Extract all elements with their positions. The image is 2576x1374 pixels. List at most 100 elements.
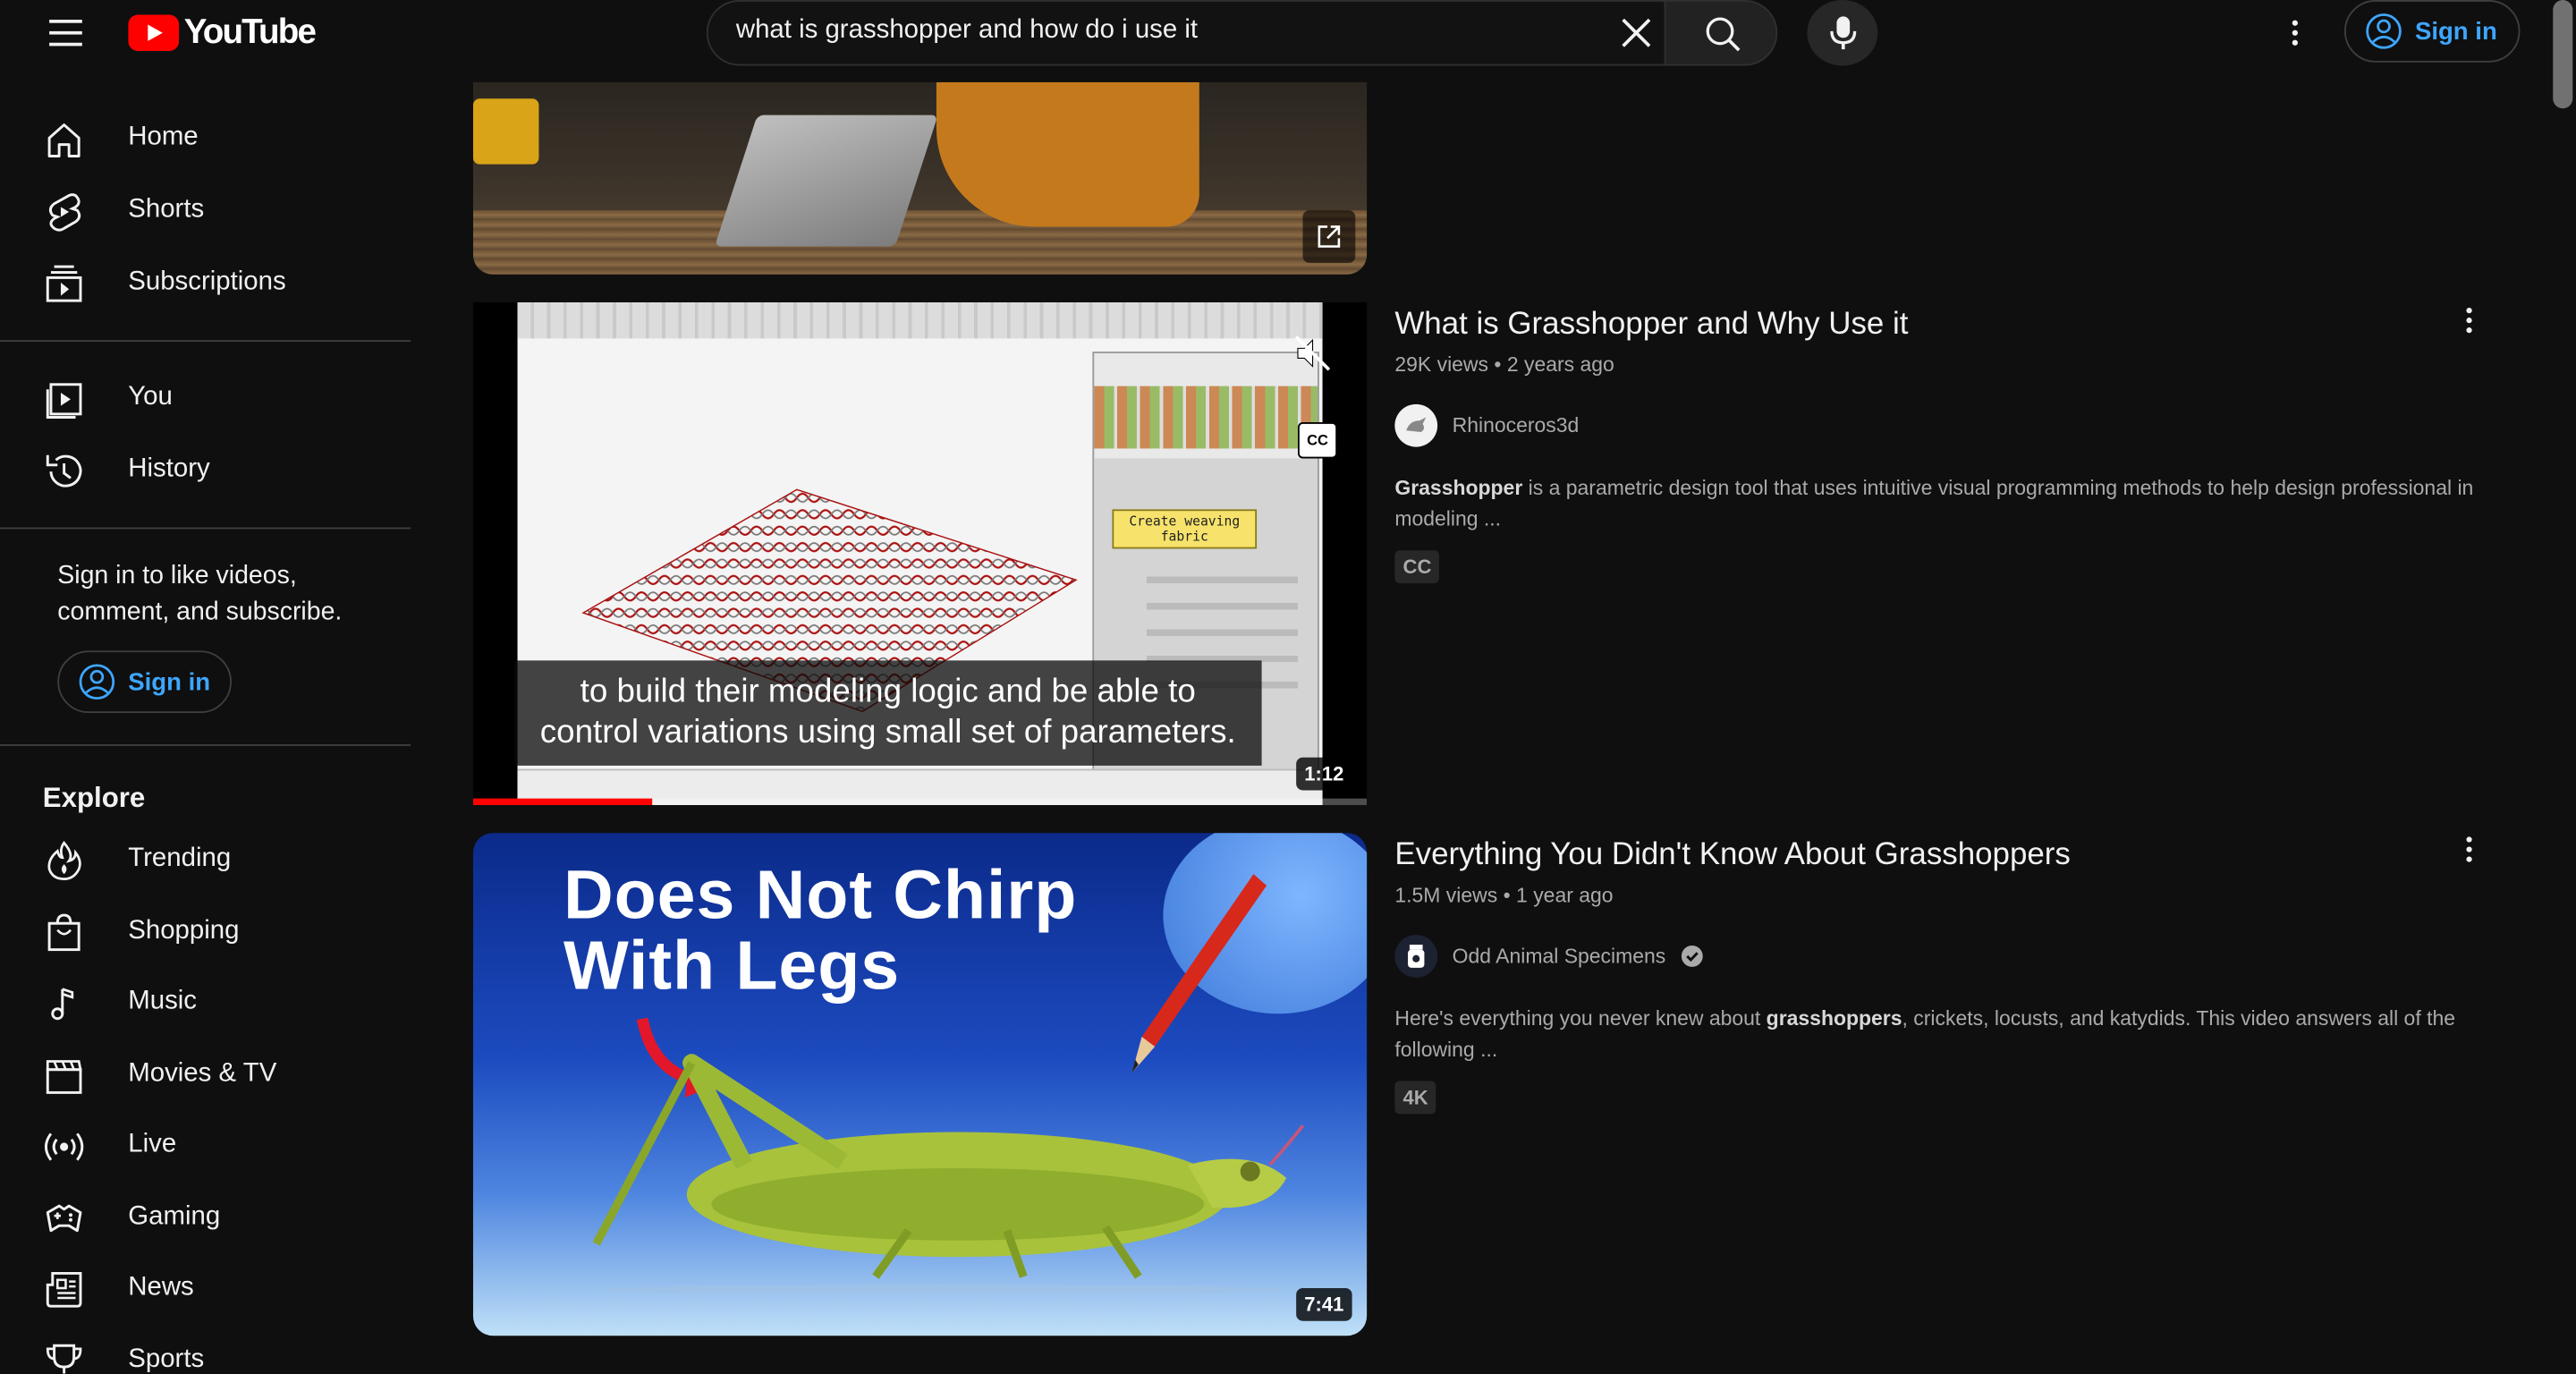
thumbnail-table [472, 210, 1368, 275]
sidebar-item-label: You [128, 382, 173, 411]
view-count: 29K views [1394, 352, 1489, 377]
sidebar-item-label: Gaming [128, 1202, 221, 1231]
meta-separator: • [1494, 352, 1507, 377]
duration-badge: 1:12 [1296, 757, 1352, 791]
you-icon [46, 383, 82, 419]
sidebar-item-music[interactable]: Music [0, 970, 411, 1035]
4k-badge: 4K [1394, 1081, 1436, 1115]
trending-icon [47, 841, 81, 881]
sidebar-item-label: Shorts [128, 195, 205, 224]
video-thumbnail[interactable]: Does Not Chirp With Legs 7:41 [472, 833, 1368, 1336]
search-input[interactable]: what is grasshopper and how do i use it [736, 16, 1198, 46]
sidebar-item-label: News [128, 1273, 194, 1302]
more-vertical-icon [2466, 308, 2472, 334]
shopping-icon [47, 913, 80, 952]
video-thumbnail[interactable] [472, 81, 1368, 275]
mute-button[interactable] [1292, 332, 1335, 375]
sidebar-item-label: Music [128, 987, 198, 1016]
sidebar-item-history[interactable]: History [0, 437, 411, 503]
sidebar-item-label: Trending [128, 844, 232, 873]
hamburger-icon [49, 20, 82, 47]
sidebar-sign-in-button[interactable]: Sign in [57, 650, 232, 714]
video-action-menu-button[interactable] [2453, 301, 2486, 340]
description-highlight: grasshoppers [1766, 1006, 1902, 1030]
microphone-icon [1830, 16, 1857, 50]
grasshopper-image [592, 1054, 1304, 1293]
verified-badge-icon [1681, 946, 1703, 967]
sidebar-item-label: Movies & TV [128, 1059, 277, 1088]
trophy-icon [46, 1344, 82, 1374]
caption-line-1: to build their modeling logic and be abl… [580, 674, 1196, 710]
search-icon [1706, 17, 1741, 52]
video-description: Here's everything you never knew about g… [1394, 1004, 2512, 1066]
page-scrollbar-thumb[interactable] [2553, 0, 2573, 109]
specimen-jar-icon [1408, 945, 1425, 968]
youtube-logo[interactable]: YouTube [128, 13, 317, 53]
sidebar-item-sports[interactable]: Sports [0, 1327, 411, 1374]
cc-label: CC [1307, 432, 1328, 449]
more-vertical-icon [2466, 836, 2472, 862]
search-button[interactable] [1664, 0, 1778, 66]
clear-search-button[interactable] [1610, 5, 1663, 61]
news-icon [46, 1271, 82, 1308]
movies-icon [46, 1060, 82, 1094]
sidebar-item-subscriptions[interactable]: Subscriptions [0, 250, 411, 315]
channel-avatar[interactable] [1394, 935, 1438, 978]
video-thumbnail[interactable]: Create weaving fabric to build their mod… [472, 301, 1368, 805]
settings-menu-button[interactable] [2274, 0, 2317, 65]
sign-in-label: Sign in [2414, 17, 2497, 46]
video-title[interactable]: Everything You Didn't Know About Grassho… [1394, 838, 2071, 874]
captions-button[interactable]: CC [1297, 422, 1338, 459]
sidebar-item-movies-tv[interactable]: Movies & TV [0, 1041, 411, 1107]
subscriptions-icon [46, 265, 82, 302]
view-count: 1.5M views [1394, 884, 1498, 907]
channel-name[interactable]: Odd Animal Specimens [1453, 945, 1666, 968]
video-description: Grasshopper is a parametric design tool … [1394, 473, 2512, 536]
channel-avatar[interactable] [1394, 403, 1438, 447]
thumbnail-headline-line-1: Does Not Chirp [563, 855, 1078, 934]
external-link-icon [1318, 225, 1341, 248]
shorts-icon [48, 193, 81, 232]
sidebar-item-label: History [128, 454, 210, 483]
thumbnail-figure [936, 81, 1199, 227]
sidebar-divider [0, 340, 411, 343]
description-text: Here's everything you never knew about [1394, 1006, 1767, 1030]
channel-name[interactable]: Rhinoceros3d [1453, 414, 1580, 437]
sidebar-item-shorts[interactable]: Shorts [0, 177, 411, 242]
voice-search-button[interactable] [1807, 0, 1878, 66]
video-meta: 1.5M views • 1 year ago [1394, 884, 1613, 907]
sidebar-item-shopping[interactable]: Shopping [0, 899, 411, 964]
home-icon [47, 123, 80, 157]
caption-line-2: control variations using small set of pa… [539, 714, 1236, 751]
youtube-play-logo-icon [128, 14, 180, 51]
sidebar-item-trending[interactable]: Trending [0, 827, 411, 892]
sidebar-item-gaming[interactable]: Gaming [0, 1184, 411, 1250]
external-link-button[interactable] [1302, 210, 1356, 263]
sidebar-item-you[interactable]: You [0, 365, 411, 430]
history-icon [46, 454, 82, 488]
mute-icon [1294, 335, 1331, 371]
progress-bar-track [472, 798, 1368, 805]
video-meta: 29K views • 2 years ago [1394, 353, 1614, 377]
sidebar-item-news[interactable]: News [0, 1255, 411, 1320]
sidebar-item-label: Shopping [128, 916, 240, 946]
explore-heading: Explore [42, 782, 146, 814]
thumbnail-headline-line-2: With Legs [563, 926, 901, 1005]
channel-row[interactable]: Rhinoceros3d [1394, 403, 1580, 447]
duration-badge: 7:41 [1296, 1287, 1352, 1321]
description-highlight: Grasshopper [1394, 476, 1523, 500]
video-action-menu-button[interactable] [2453, 830, 2486, 869]
sidebar-item-home[interactable]: Home [0, 106, 411, 171]
video-title[interactable]: What is Grasshopper and Why Use it [1394, 307, 1908, 343]
sidebar-item-label: Sports [128, 1345, 205, 1374]
thumbnail-yellow-object [472, 98, 539, 165]
sign-in-prompt: Sign in to like videos, comment, and sub… [57, 562, 343, 626]
channel-row[interactable]: Odd Animal Specimens [1394, 935, 1703, 978]
sidebar-item-label: Home [128, 123, 199, 151]
close-icon [1622, 18, 1651, 47]
sign-in-button[interactable]: Sign in [2343, 0, 2521, 63]
sidebar-divider [0, 527, 411, 530]
menu-button[interactable] [33, 0, 98, 65]
app-toolbar [517, 301, 1323, 339]
sidebar-item-live[interactable]: Live [0, 1112, 411, 1177]
